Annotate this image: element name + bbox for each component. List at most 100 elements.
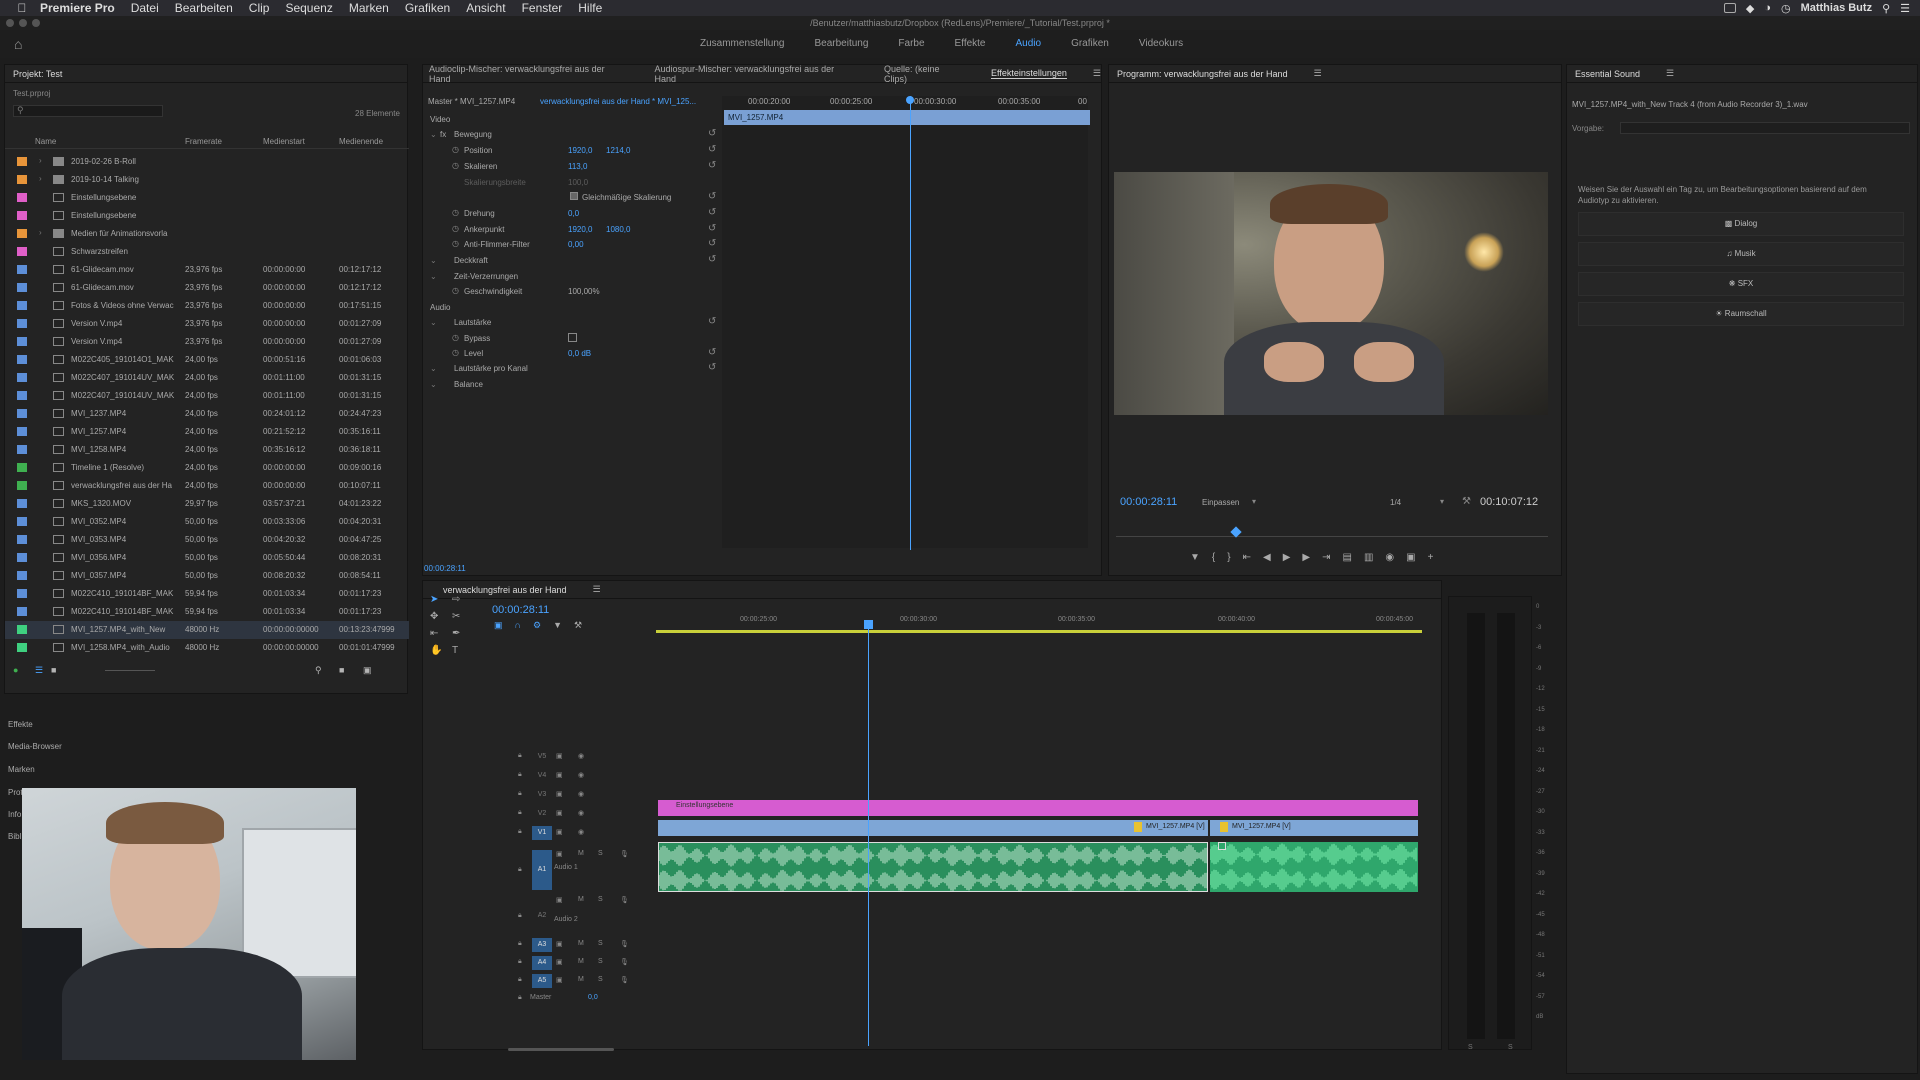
video-track-V3[interactable]: V3 [532,788,552,802]
reset-icon[interactable]: ↺ [708,144,716,155]
label-color-swatch[interactable] [17,643,27,652]
compare-icon[interactable]: ▣ [1406,552,1415,563]
col-start[interactable]: Medienstart [263,137,305,146]
user-name[interactable]: Matthias Butz [1801,2,1873,14]
stopwatch-icon[interactable]: ◷ [452,348,459,357]
project-row[interactable]: Version V.mp4 23,976 fps 00:00:00:00 00:01:… [5,315,409,333]
track-lock-icon[interactable]: 🔒︎ [518,790,522,798]
stopwatch-icon[interactable]: ◷ [452,333,459,342]
mark-out-icon[interactable]: } [1227,552,1230,563]
menu-bearbeiten[interactable]: Bearbeiten [175,1,233,15]
step-back-icon[interactable]: ◀ [1263,552,1271,563]
workspace-effekte[interactable]: Effekte [955,38,986,49]
label-color-swatch[interactable] [17,391,27,400]
label-color-swatch[interactable] [17,481,27,490]
menu-fenster[interactable]: Fenster [522,1,563,15]
video-track-V1[interactable]: V1 [532,826,552,840]
chevron-down-icon[interactable]: ⌄ [430,256,437,265]
track-lock-icon[interactable]: 🔒︎ [518,771,522,779]
reset-icon[interactable]: ↺ [708,128,716,139]
menu-marken[interactable]: Marken [349,1,389,15]
ec-playhead-handle[interactable] [906,96,914,104]
tab-effekte[interactable]: Effekte [8,720,33,729]
search-icon[interactable]: ⚲ [1882,2,1890,15]
master-value[interactable]: 0,0 [588,994,598,1001]
project-row[interactable]: › 2019-02-26 B-Roll [5,153,409,171]
menu-ansicht[interactable]: Ansicht [466,1,505,15]
reset-icon[interactable]: ↺ [708,316,716,327]
label-color-swatch[interactable] [17,409,27,418]
tab-info[interactable]: Info [8,810,21,819]
program-video-frame[interactable] [1114,172,1548,415]
sync-lock-icon[interactable]: ▣ [556,752,563,760]
menu-clip[interactable]: Clip [249,1,270,15]
apple-icon[interactable]:  [14,1,30,15]
es-music-button[interactable]: ♫ Musik [1578,242,1904,266]
close-window-button[interactable] [6,19,14,27]
resolution-dropdown[interactable]: 1/4 [1390,498,1401,507]
go-to-in-icon[interactable]: ⇤ [1243,552,1251,563]
essential-sound-title[interactable]: Essential Sound [1575,69,1640,79]
menu-sequenz[interactable]: Sequenz [285,1,332,15]
reset-icon[interactable]: ↺ [708,347,716,358]
play-icon[interactable]: ▶ [1283,552,1291,563]
label-color-swatch[interactable] [17,571,27,580]
marker-icon[interactable]: ▼ [1190,552,1200,563]
es-ambience-button[interactable]: ☀ Raumschall [1578,302,1904,326]
audio-track-A3[interactable]: A3 [532,938,552,952]
chevron-down-icon[interactable]: ⌄ [430,318,437,327]
panel-menu-icon[interactable]: ☰ [593,584,601,595]
add-marker-icon[interactable]: ▼ [553,620,562,631]
icon-view-icon[interactable]: ■ [51,665,56,675]
workspace-audio[interactable]: Audio [1016,38,1042,49]
audio-clip-a[interactable] [658,842,1208,892]
timeline-playhead-handle[interactable] [864,620,873,629]
video-clip-a[interactable] [658,820,1208,836]
program-scrubber[interactable] [1116,536,1548,537]
project-row[interactable]: M022C410_191014BF_MAK 59,94 fps 00:01:03:3… [5,603,409,621]
audio-clip-b[interactable] [1210,842,1418,892]
snap-icon[interactable]: ∩ [515,620,521,631]
project-row[interactable]: MVI_1258.MP4 24,00 fps 00:35:16:12 00:36:18… [5,441,409,459]
stopwatch-icon[interactable]: ◷ [452,145,459,154]
project-row[interactable]: Einstellungsebene [5,207,409,225]
label-color-swatch[interactable] [17,517,27,526]
reset-icon[interactable]: ↺ [708,207,716,218]
track-lock-icon[interactable]: 🔒︎ [518,940,522,948]
label-color-swatch[interactable] [17,463,27,472]
project-row[interactable]: › Medien für Animationsvorla [5,225,409,243]
project-row[interactable]: MVI_0356.MP4 50,00 fps 00:05:50:44 00:08:20… [5,549,409,567]
tab-source[interactable]: Quelle: (keine Clips) [884,64,965,84]
project-row[interactable]: M022C407_191014UV_MAK 24,00 fps 00:01:11:0… [5,369,409,387]
audio-track-A2[interactable]: A2 [532,896,552,936]
project-row[interactable]: verwacklungsfrei aus der Ha 24,00 fps 00:0… [5,477,409,495]
mic-icon[interactable]: 🎙︎ [620,850,629,858]
label-color-swatch[interactable] [17,373,27,382]
label-color-swatch[interactable] [17,427,27,436]
stopwatch-icon[interactable]: ◷ [452,286,459,295]
project-row[interactable]: MVI_1257.MP4_with_New 48000 Hz 00:00:00:00… [5,621,409,639]
dropbox-icon[interactable]: ◆ [1746,2,1754,15]
fit-dropdown-chevron-icon[interactable]: ▾ [1252,497,1256,506]
fx-badge-icon[interactable]: fx [440,130,446,139]
label-color-swatch[interactable] [17,247,27,256]
screen-icon[interactable] [1723,3,1736,13]
project-row[interactable]: Timeline 1 (Resolve) 24,00 fps 00:00:00:00… [5,459,409,477]
type-tool-icon[interactable]: T [452,645,474,656]
clock-icon[interactable]: ◷ [1781,2,1791,15]
timeline-title[interactable]: verwacklungsfrei aus der Hand [443,585,567,595]
reset-icon[interactable]: ↺ [708,191,716,202]
reset-icon[interactable]: ↺ [708,238,716,249]
adjustment-layer-clip[interactable]: Einstellungsebene [658,800,1418,816]
slip-tool-icon[interactable]: ⇤ [430,628,452,639]
label-color-swatch[interactable] [17,589,27,598]
hand-tool-icon[interactable]: ✋ [430,645,452,656]
mute-button[interactable]: M [578,850,584,857]
export-frame-icon[interactable]: ◉ [1385,552,1394,563]
eye-icon[interactable]: ◉ [578,790,584,798]
solo-button[interactable]: S [598,958,603,965]
project-row[interactable]: MVI_0357.MP4 50,00 fps 00:08:20:32 00:08:54… [5,567,409,585]
pen-tool-icon[interactable]: ✒ [452,628,474,639]
eye-icon[interactable]: ◉ [578,771,584,779]
timeline-scrollbar[interactable] [508,1048,614,1051]
